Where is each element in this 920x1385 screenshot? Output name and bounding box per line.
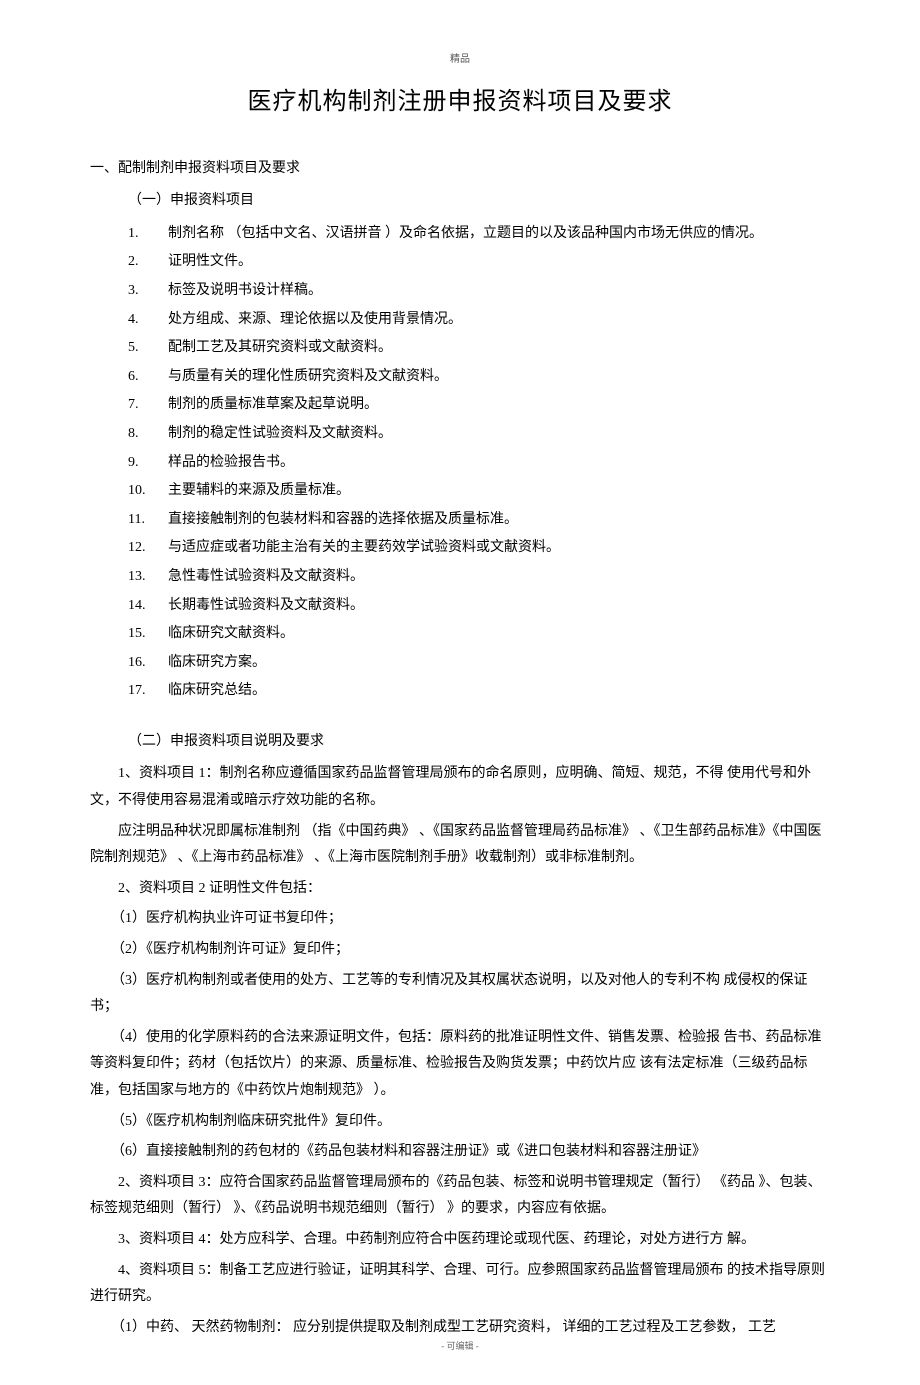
list-item-text: 配制工艺及其研究资料或文献资料。: [168, 335, 830, 362]
list-item-number: 17.: [128, 678, 168, 705]
list-item-text: 临床研究文献资料。: [168, 621, 830, 648]
list-item-number: 6.: [128, 364, 168, 391]
list-item: 8.制剂的稳定性试验资料及文献资料。: [128, 421, 830, 448]
list-item-text: 临床研究方案。: [168, 650, 830, 677]
list-item-number: 12.: [128, 535, 168, 562]
list-item: 11.直接接触制剂的包装材料和容器的选择依据及质量标准。: [128, 507, 830, 534]
list-item-number: 2.: [128, 249, 168, 276]
list-item-text: 制剂的质量标准草案及起草说明。: [168, 392, 830, 419]
list-item-number: 1.: [128, 221, 168, 248]
page-title: 医疗机构制剂注册申报资料项目及要求: [90, 80, 830, 126]
list-item: 15.临床研究文献资料。: [128, 621, 830, 648]
header-mark: 精品: [0, 50, 920, 69]
paragraph-block: 1、资料项目 1：制剂名称应遵循国家药品监督管理局颁布的命名原则，应明确、简短、…: [90, 761, 830, 1341]
paragraph: （6）直接接触制剂的药包材的《药品包装材料和容器注册证》或《进口包装材料和容器注…: [90, 1139, 830, 1166]
paragraph: 2、资料项目 2 证明性文件包括：: [90, 876, 830, 903]
paragraph: 1、资料项目 1：制剂名称应遵循国家药品监督管理局颁布的命名原则，应明确、简短、…: [90, 761, 830, 814]
list-item-number: 4.: [128, 307, 168, 334]
list-item: 3.标签及说明书设计样稿。: [128, 278, 830, 305]
list-item-number: 3.: [128, 278, 168, 305]
list-item-number: 11.: [128, 507, 168, 534]
footer-mark: - 可编辑 -: [0, 1338, 920, 1355]
page: 精品 医疗机构制剂注册申报资料项目及要求 一、配制制剂申报资料项目及要求 （一）…: [0, 0, 920, 1385]
list-item: 5.配制工艺及其研究资料或文献资料。: [128, 335, 830, 362]
list-item: 16.临床研究方案。: [128, 650, 830, 677]
list-item: 12.与适应症或者功能主治有关的主要药效学试验资料或文献资料。: [128, 535, 830, 562]
sub-heading-2: （二）申报资料项目说明及要求: [128, 729, 830, 756]
list-item-number: 10.: [128, 478, 168, 505]
section-heading: 一、配制制剂申报资料项目及要求: [90, 156, 830, 183]
list-item-text: 证明性文件。: [168, 249, 830, 276]
spacer: [90, 707, 830, 723]
list-item-text: 制剂的稳定性试验资料及文献资料。: [168, 421, 830, 448]
paragraph: 3、资料项目 4：处方应科学、合理。中药制剂应符合中医药理论或现代医、药理论，对…: [90, 1227, 830, 1254]
list-item-number: 8.: [128, 421, 168, 448]
list-item-text: 处方组成、来源、理论依据以及使用背景情况。: [168, 307, 830, 334]
list-item-text: 主要辅料的来源及质量标准。: [168, 478, 830, 505]
list-item-text: 样品的检验报告书。: [168, 450, 830, 477]
paragraph: 2、资料项目 3：应符合国家药品监督管理局颁布的《药品包装、标签和说明书管理规定…: [90, 1170, 830, 1223]
list-item: 10.主要辅料的来源及质量标准。: [128, 478, 830, 505]
paragraph: （4）使用的化学原料药的合法来源证明文件，包括：原料药的批准证明性文件、销售发票…: [90, 1025, 830, 1105]
list-item-text: 与质量有关的理化性质研究资料及文献资料。: [168, 364, 830, 391]
list-item-text: 临床研究总结。: [168, 678, 830, 705]
list-item: 7.制剂的质量标准草案及起草说明。: [128, 392, 830, 419]
paragraph: （2）《医疗机构制剂许可证》复印件；: [90, 937, 830, 964]
list-item: 4.处方组成、来源、理论依据以及使用背景情况。: [128, 307, 830, 334]
list-item: 9.样品的检验报告书。: [128, 450, 830, 477]
list-item: 14.长期毒性试验资料及文献资料。: [128, 593, 830, 620]
list-item-number: 5.: [128, 335, 168, 362]
list-item-text: 急性毒性试验资料及文献资料。: [168, 564, 830, 591]
list-item: 1.制剂名称 （包括中文名、汉语拼音 ）及命名依据，立题目的以及该品种国内市场无…: [128, 221, 830, 248]
paragraph: （5）《医疗机构制剂临床研究批件》复印件。: [90, 1109, 830, 1136]
paragraph: （1）医疗机构执业许可证书复印件；: [90, 906, 830, 933]
list-item-number: 13.: [128, 564, 168, 591]
ordered-list: 1.制剂名称 （包括中文名、汉语拼音 ）及命名依据，立题目的以及该品种国内市场无…: [90, 221, 830, 705]
paragraph: （3）医疗机构制剂或者使用的处方、工艺等的专利情况及其权属状态说明，以及对他人的…: [90, 968, 830, 1021]
list-item-text: 与适应症或者功能主治有关的主要药效学试验资料或文献资料。: [168, 535, 830, 562]
list-item: 2.证明性文件。: [128, 249, 830, 276]
list-item: 17.临床研究总结。: [128, 678, 830, 705]
list-item-number: 7.: [128, 392, 168, 419]
paragraph: 应注明品种状况即属标准制剂 （指《中国药典》 、《国家药品监督管理局药品标准》 …: [90, 819, 830, 872]
list-item-text: 直接接触制剂的包装材料和容器的选择依据及质量标准。: [168, 507, 830, 534]
list-item-text: 制剂名称 （包括中文名、汉语拼音 ）及命名依据，立题目的以及该品种国内市场无供应…: [168, 221, 830, 248]
list-item: 13.急性毒性试验资料及文献资料。: [128, 564, 830, 591]
sub-heading-1: （一）申报资料项目: [128, 188, 830, 215]
list-item-number: 9.: [128, 450, 168, 477]
list-item-text: 标签及说明书设计样稿。: [168, 278, 830, 305]
list-item-number: 14.: [128, 593, 168, 620]
list-item-number: 15.: [128, 621, 168, 648]
list-item: 6.与质量有关的理化性质研究资料及文献资料。: [128, 364, 830, 391]
list-item-text: 长期毒性试验资料及文献资料。: [168, 593, 830, 620]
list-item-number: 16.: [128, 650, 168, 677]
